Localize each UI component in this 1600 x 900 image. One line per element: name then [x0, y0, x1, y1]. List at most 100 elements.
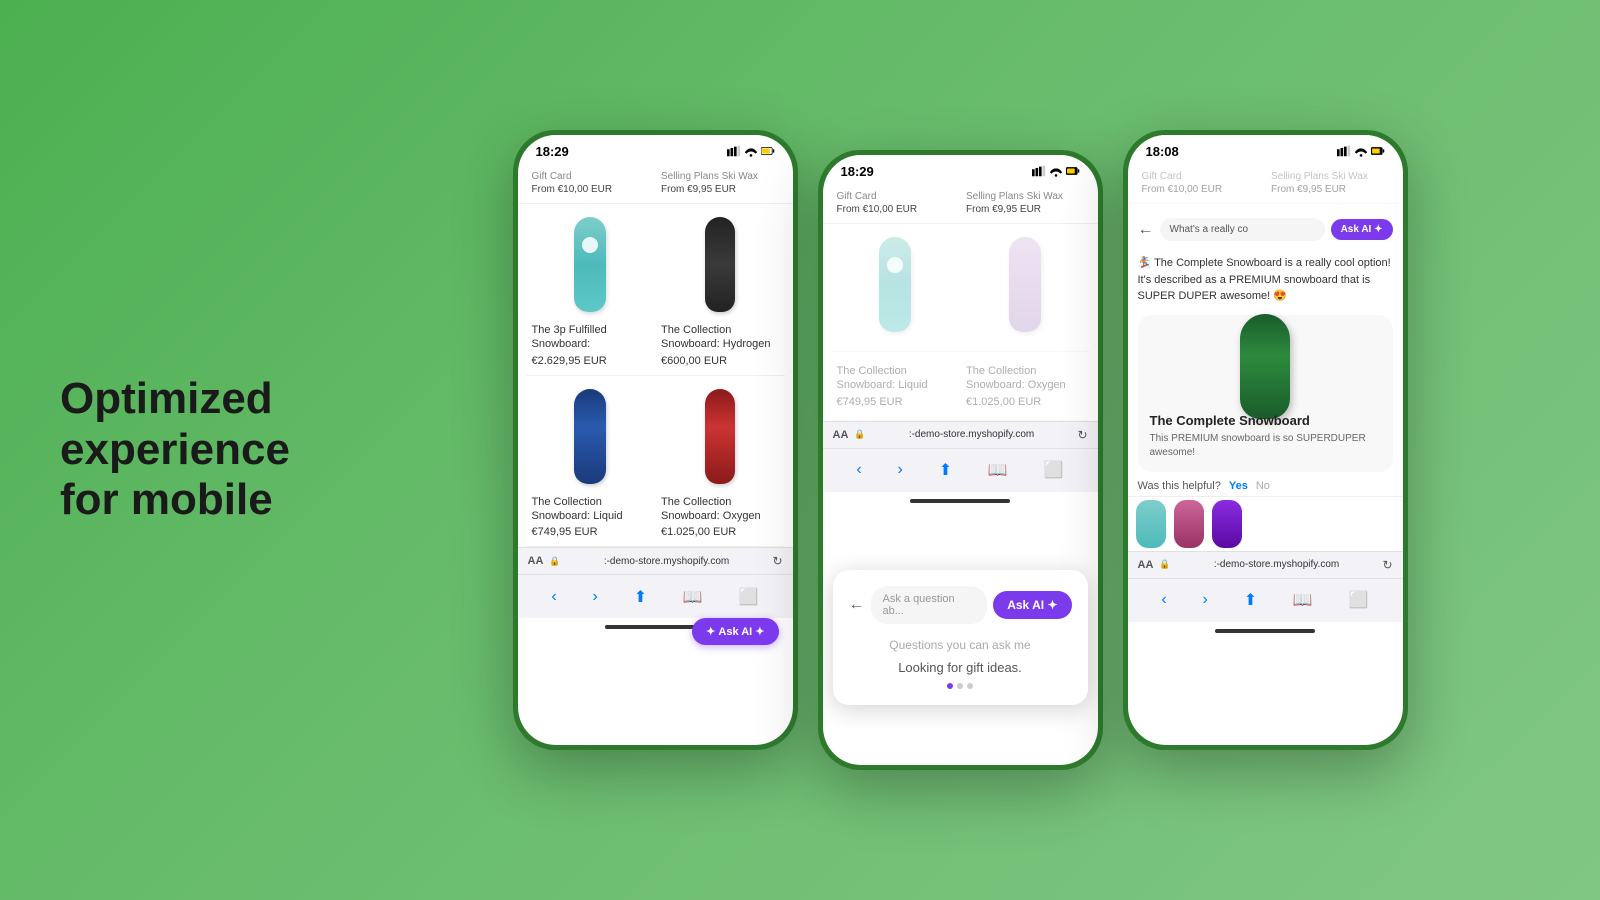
phone-3-home-indicator — [1128, 622, 1403, 640]
p2-nav-back[interactable]: ‹ — [856, 461, 861, 479]
gift-card-name: Gift Card — [532, 171, 650, 182]
phone-2-product-grid: The Collection Snowboard: Liquid €749,95… — [823, 224, 1098, 421]
phone-2-product-content: The Collection Snowboard: Liquid €749,95… — [823, 224, 1098, 421]
gift-card-price: From €10,00 EUR — [532, 184, 650, 195]
chat-ask-ai-label: Ask AI ✦ — [1007, 598, 1057, 612]
ai-product-card[interactable]: The Complete Snowboard This PREMIUM snow… — [1138, 315, 1393, 472]
ai-emoji-snowboard: 🏂 — [1138, 257, 1155, 269]
p3-nav-tabs[interactable]: ⬜ — [1349, 590, 1369, 610]
p3-nav-share[interactable]: ⬆ — [1244, 590, 1257, 610]
p2-nav-forward[interactable]: › — [898, 461, 903, 479]
phone-2: 18:29 Gift Card From €10,00 EUR Selling … — [818, 150, 1103, 770]
browser-url[interactable]: :-demo-store.myshopify.com — [567, 556, 767, 567]
product-name-oxygen: The Collection Snowboard: Oxygen — [661, 495, 779, 524]
ask-ai-floating-button[interactable]: ✦ Ask AI ✦ — [692, 618, 778, 645]
product-price-oxygen: €1.025,00 EUR — [661, 526, 779, 538]
dot-3 — [967, 683, 973, 689]
product-name-liquid: The Collection Snowboard: Liquid — [532, 495, 650, 524]
product-img-hydrogen — [661, 212, 779, 317]
phone-1-product-content: The 3p Fulfilled Snowboard: €2.629,95 EU… — [518, 204, 793, 547]
phone-1-status-icons — [727, 144, 775, 158]
ai-emoji-star-eyes: 😍 — [1273, 290, 1287, 302]
hero-text: Optimized experience for mobile — [60, 374, 340, 526]
board-green-complete-icon — [1240, 314, 1290, 419]
nav-tabs-icon[interactable]: ⬜ — [739, 587, 759, 607]
nav-bookmarks-icon[interactable]: 📖 — [683, 587, 703, 607]
product-card-liquid[interactable]: The Collection Snowboard: Liquid €749,95… — [526, 376, 656, 548]
product-card-oxygen[interactable]: The Collection Snowboard: Oxygen €1.025,… — [655, 376, 785, 548]
home-bar-3 — [1215, 629, 1315, 633]
ai-product-name: The Complete Snowboard — [1150, 413, 1381, 428]
product-card-3p-fulfilled[interactable]: The 3p Fulfilled Snowboard: €2.629,95 EU… — [526, 204, 656, 376]
phone-3-status-bar: 18:08 — [1128, 135, 1403, 163]
phone-1-browser-bar: AA 🔒 :-demo-store.myshopify.com ↻ — [518, 547, 793, 574]
phone-1-time: 18:29 — [536, 144, 569, 159]
phone-1-bottom-nav: ‹ › ⬆ 📖 ⬜ — [518, 574, 793, 618]
ai-back-icon[interactable]: ← — [1138, 221, 1154, 239]
p2-nav-share[interactable]: ⬆ — [939, 460, 952, 480]
phone-2-browser-url[interactable]: :-demo-store.myshopify.com — [872, 429, 1072, 440]
helpful-yes-button[interactable]: Yes — [1229, 480, 1248, 492]
chat-suggestion-text[interactable]: Looking for gift ideas. — [849, 660, 1072, 675]
chat-input-row: ← Ask a question ab... Ask AI ✦ — [849, 586, 1072, 624]
dot-2 — [957, 683, 963, 689]
home-bar-2 — [910, 499, 1010, 503]
ai-response-text: 🏂 The Complete Snowboard is a really coo… — [1138, 255, 1393, 305]
board-purple-p2 — [1009, 237, 1041, 332]
product-card-p2-4: The Collection Snowboard: Oxygen €1.025,… — [960, 352, 1090, 421]
phone-3-browser-aa[interactable]: AA — [1138, 559, 1154, 571]
product-img-3p — [532, 212, 650, 317]
product-name-3p: The 3p Fulfilled Snowboard: — [532, 323, 650, 352]
phone-2-top-products: Gift Card From €10,00 EUR Selling Plans … — [823, 183, 1098, 224]
phone-1-ski-wax: Selling Plans Ski Wax From €9,95 EUR — [655, 167, 785, 199]
phone-3-reload-icon[interactable]: ↻ — [1382, 558, 1392, 572]
product-price-liquid: €749,95 EUR — [532, 526, 650, 538]
hero-heading: Optimized experience for mobile — [60, 374, 340, 526]
p3-nav-bookmarks[interactable]: 📖 — [1293, 590, 1313, 610]
phone-2-bottom-nav: ‹ › ⬆ 📖 ⬜ — [823, 448, 1098, 492]
browser-reload-icon[interactable]: ↻ — [772, 554, 782, 568]
chat-back-icon[interactable]: ← — [849, 596, 865, 614]
strip-board-2 — [1174, 500, 1204, 548]
phone-3-ai-panel: ← What's a really co Ask AI ✦ 🏂 The Comp… — [1128, 204, 1403, 496]
chat-ask-ai-button[interactable]: Ask AI ✦ — [993, 591, 1071, 619]
p3-nav-back[interactable]: ‹ — [1161, 591, 1166, 609]
p2-nav-tabs[interactable]: ⬜ — [1044, 460, 1064, 480]
phone-2-browser-bar: AA 🔒 :-demo-store.myshopify.com ↻ — [823, 421, 1098, 448]
helpful-row: Was this helpful? Yes No — [1138, 480, 1393, 492]
ski-wax-price: From €9,95 EUR — [661, 184, 779, 195]
phones-container: 18:29 Gift Card From €10,00 EUR Selling … — [380, 130, 1540, 770]
product-img-liquid — [532, 384, 650, 489]
phone-3-browser-url[interactable]: :-demo-store.myshopify.com — [1177, 559, 1377, 570]
ask-ai-sparkle-icon: ✦ — [706, 625, 715, 638]
board-teal-icon — [574, 217, 606, 312]
nav-forward-icon[interactable]: › — [593, 588, 598, 606]
helpful-no-button[interactable]: No — [1256, 480, 1270, 492]
phone-3-browser-bar: AA 🔒 :-demo-store.myshopify.com ↻ — [1128, 551, 1403, 578]
p3-nav-forward[interactable]: › — [1203, 591, 1208, 609]
chat-suggestions-title: Questions you can ask me — [849, 638, 1072, 652]
product-price-hydrogen: €600,00 EUR — [661, 355, 779, 367]
product-card-hydrogen[interactable]: The Collection Snowboard: Hydrogen €600,… — [655, 204, 785, 376]
phone-2-inner: 18:29 Gift Card From €10,00 EUR Selling … — [823, 155, 1098, 765]
p2-nav-bookmarks[interactable]: 📖 — [988, 460, 1008, 480]
chat-input-field[interactable]: Ask a question ab... — [871, 586, 988, 624]
nav-share-icon[interactable]: ⬆ — [634, 587, 647, 607]
phone-2-status-icons — [1032, 164, 1080, 178]
phone-2-reload-icon[interactable]: ↻ — [1077, 428, 1087, 442]
ai-input-box[interactable]: What's a really co — [1160, 218, 1325, 241]
home-bar — [605, 625, 705, 629]
board-red-oxygen-icon — [705, 389, 735, 484]
phone-2-home-indicator — [823, 492, 1098, 510]
chat-overlay: ← Ask a question ab... Ask AI ✦ Question… — [833, 570, 1088, 705]
helpful-label: Was this helpful? — [1138, 480, 1221, 492]
phone-2-browser-aa[interactable]: AA — [833, 429, 849, 441]
phone-1-gift-card: Gift Card From €10,00 EUR — [526, 167, 656, 199]
strip-board-1 — [1136, 500, 1166, 548]
phone-3-time: 18:08 — [1146, 144, 1179, 159]
ai-ask-ai-button[interactable]: Ask AI ✦ — [1331, 219, 1393, 240]
browser-aa-icon[interactable]: AA — [528, 555, 544, 567]
product-name-hydrogen: The Collection Snowboard: Hydrogen — [661, 323, 779, 352]
nav-back-icon[interactable]: ‹ — [551, 588, 556, 606]
phone-2-status-bar: 18:29 — [823, 155, 1098, 183]
